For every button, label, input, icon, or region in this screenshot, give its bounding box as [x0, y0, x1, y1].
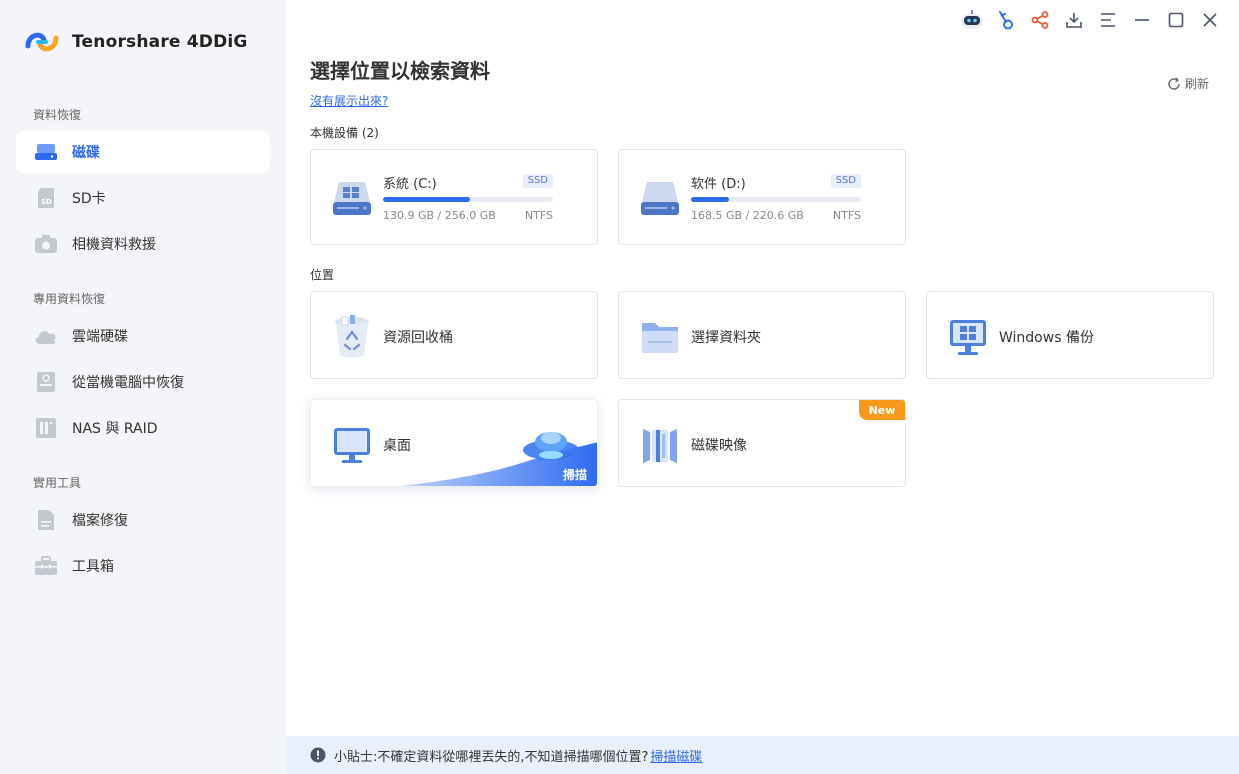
brand: Tenorshare 4DDiG: [24, 26, 248, 58]
scan-tag[interactable]: 掃描: [563, 466, 587, 483]
disk-name: 软件 (D:): [691, 177, 746, 192]
minimize-icon: [1135, 19, 1149, 21]
scan-disk-link[interactable]: 掃描磁碟: [650, 746, 702, 765]
disk-card-d[interactable]: 软件 (D:) SSD 168.5 GB / 220.6 GB NTFS: [618, 149, 906, 245]
download-icon: [1066, 13, 1082, 28]
license-key-button[interactable]: [989, 8, 1023, 32]
disk-filesystem: NTFS: [524, 209, 553, 222]
sidebar-item-nas-raid[interactable]: NAS 與 RAID: [16, 407, 270, 449]
svg-text:SD: SD: [41, 198, 52, 206]
file-repair-icon: [34, 508, 58, 532]
main-panel: 選擇位置以檢索資料 沒有展示出來? 刷新 本機設備 (2) 系統 (C:) SS…: [286, 0, 1239, 774]
desktop-icon: [331, 424, 373, 466]
disk-usage-bar: [691, 197, 861, 202]
location-label: 選擇資料夾: [691, 330, 761, 346]
location-label: 資源回收桶: [383, 330, 453, 346]
ssd-badge: SSD: [522, 174, 553, 188]
app-name: Tenorshare 4DDiG: [72, 32, 248, 52]
disk-usage-fill: [691, 197, 730, 202]
refresh-button[interactable]: 刷新: [1167, 75, 1209, 92]
recycle-bin-icon: [331, 315, 373, 358]
sidebar-item-toolbox[interactable]: 工具箱: [16, 545, 270, 587]
maximize-icon: [1168, 12, 1184, 28]
ai-assistant-button[interactable]: [955, 8, 989, 32]
close-icon: [1203, 13, 1217, 27]
sidebar-item-cloud-drive[interactable]: 雲端硬碟: [16, 315, 270, 357]
disk-usage-fill: [383, 197, 470, 202]
minimize-button[interactable]: [1125, 8, 1159, 32]
location-disk-image[interactable]: 磁碟映像 New: [618, 399, 906, 487]
sd-card-icon: SD: [34, 186, 58, 210]
info-icon: [310, 747, 326, 763]
sidebar-item-disk[interactable]: 磁碟: [16, 131, 270, 173]
sidebar: Tenorshare 4DDiG 資料恢復 磁碟 SD SD卡 相機資料救援 專…: [0, 0, 286, 774]
sidebar-item-label: 從當機電腦中恢復: [72, 375, 184, 391]
sidebar-item-label: 檔案修復: [72, 513, 128, 529]
location-label: Windows 備份: [999, 330, 1094, 346]
location-label: 桌面: [383, 438, 411, 454]
location-choose-folder[interactable]: 選擇資料夾: [618, 291, 906, 379]
location-label: 磁碟映像: [691, 438, 747, 454]
cloud-icon: [34, 324, 58, 348]
tip-bar: 小貼士:不確定資料從哪裡丟失的,不知道掃描哪個位置? 掃描磁碟: [286, 736, 1239, 774]
sidebar-item-crashed-computer[interactable]: 從當機電腦中恢復: [16, 361, 270, 403]
sidebar-item-camera-recovery[interactable]: 相機資料救援: [16, 223, 270, 265]
sidebar-item-label: 工具箱: [72, 559, 114, 575]
disk-filesystem: NTFS: [832, 209, 861, 222]
location-desktop[interactable]: 桌面 掃描: [310, 399, 598, 487]
title-bar-actions: [955, 8, 1227, 32]
menu-button[interactable]: [1091, 8, 1125, 32]
new-badge: New: [859, 400, 905, 420]
menu-icon: [1101, 13, 1115, 27]
disk-card-c[interactable]: 系統 (C:) SSD 130.9 GB / 256.0 GB NTFS: [310, 149, 598, 245]
section-title-utilities: 實用工具: [33, 476, 82, 490]
locations-title: 位置: [310, 268, 335, 282]
download-button[interactable]: [1057, 8, 1091, 32]
disk-image-icon: [639, 424, 681, 466]
folder-icon: [639, 316, 681, 358]
tip-text: 小貼士:不確定資料從哪裡丟失的,不知道掃描哪個位置?: [334, 749, 649, 765]
section-title-data-recovery: 資料恢復: [33, 108, 82, 122]
robot-icon: [961, 10, 983, 29]
disk-usage-bar: [383, 197, 553, 202]
sidebar-item-sd-card[interactable]: SD SD卡: [16, 177, 270, 219]
sidebar-item-label: 磁碟: [72, 145, 100, 161]
hard-drive-icon: [34, 140, 58, 164]
nas-icon: [34, 416, 58, 440]
camera-icon: [34, 232, 58, 256]
app-logo-icon: [25, 32, 59, 52]
ssd-badge: SSD: [830, 174, 861, 188]
section-title-special-recovery: 專用資料恢復: [33, 292, 106, 306]
location-recycle-bin[interactable]: 資源回收桶: [310, 291, 598, 379]
share-icon: [1031, 11, 1049, 29]
sidebar-item-label: SD卡: [72, 191, 106, 207]
local-devices-title: 本機設備 (2): [310, 126, 379, 140]
not-shown-help-link[interactable]: 沒有展示出來?: [310, 92, 388, 109]
hard-drive-icon: [641, 182, 679, 215]
location-windows-backup[interactable]: Windows 備份: [926, 291, 1214, 379]
sidebar-item-label: NAS 與 RAID: [72, 421, 158, 437]
disk-name: 系統 (C:): [383, 177, 437, 192]
windows-backup-icon: [947, 316, 989, 358]
close-button[interactable]: [1193, 8, 1227, 32]
toolbox-icon: [34, 554, 58, 578]
sidebar-item-label: 相機資料救援: [72, 237, 156, 253]
crashed-computer-icon: [34, 370, 58, 394]
maximize-button[interactable]: [1159, 8, 1193, 32]
key-icon: [999, 11, 1013, 30]
refresh-label: 刷新: [1184, 77, 1209, 91]
disk-usage-text: 130.9 GB / 256.0 GB: [383, 209, 496, 222]
disk-usage-text: 168.5 GB / 220.6 GB: [691, 209, 804, 222]
sidebar-item-file-repair[interactable]: 檔案修復: [16, 499, 270, 541]
sidebar-item-label: 雲端硬碟: [72, 329, 128, 345]
refresh-icon: [1168, 77, 1180, 90]
hard-drive-icon: [333, 182, 371, 215]
share-button[interactable]: [1023, 8, 1057, 32]
page-title: 選擇位置以檢索資料: [310, 59, 490, 83]
